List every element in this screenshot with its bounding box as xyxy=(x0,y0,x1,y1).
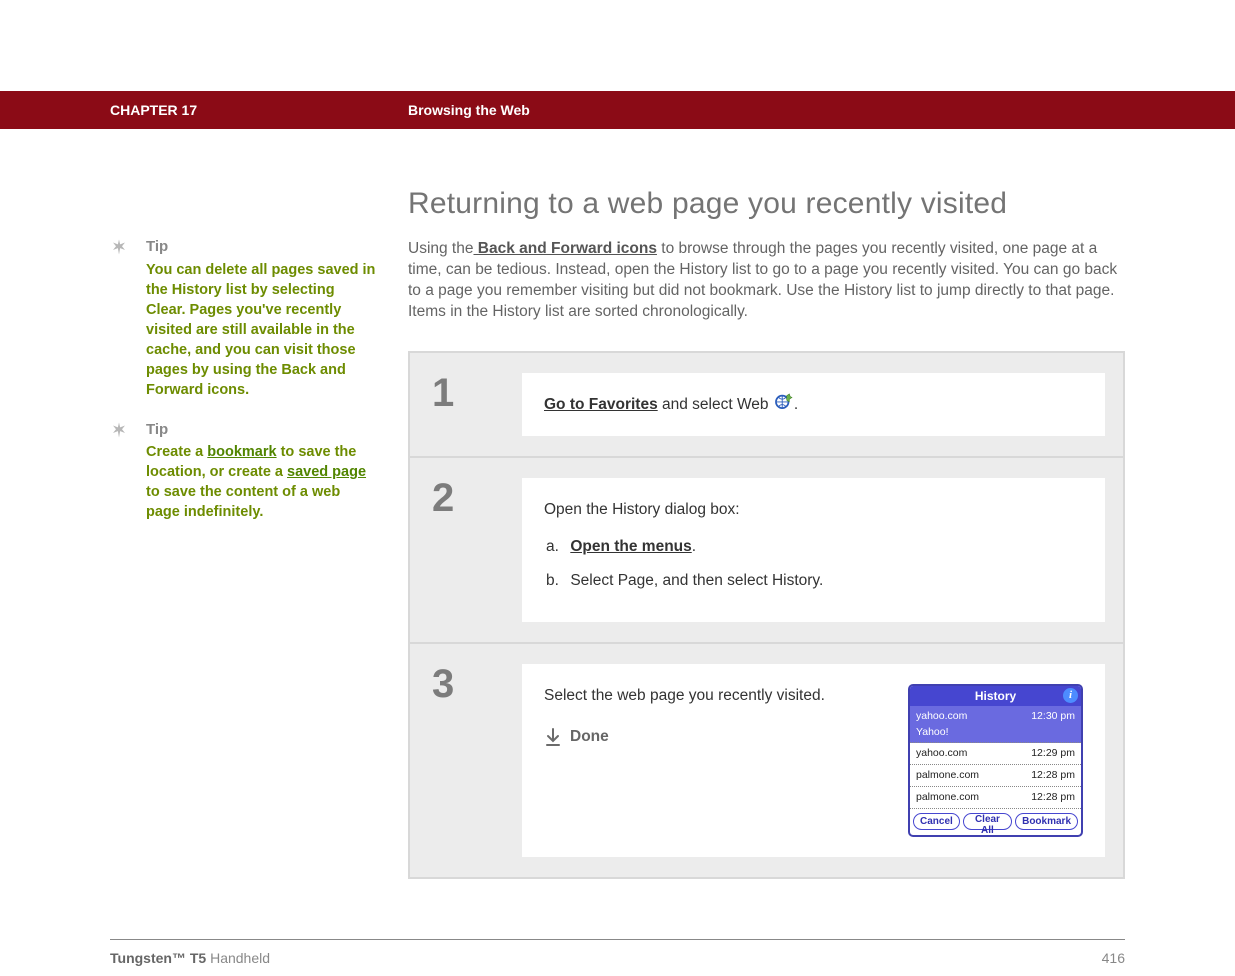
step-number: 1 xyxy=(432,373,522,437)
history-row[interactable]: palmone.com 12:28 pm xyxy=(910,765,1081,787)
info-icon[interactable]: i xyxy=(1063,688,1078,703)
step-1: 1 Go to Favorites and select Web . xyxy=(410,353,1123,459)
open-menus-link[interactable]: Open the menus xyxy=(570,538,691,555)
step3-instruction: Select the web page you recently visited… xyxy=(544,684,884,707)
intro-paragraph: Using the Back and Forward icons to brow… xyxy=(408,239,1125,323)
step-body: Go to Favorites and select Web . xyxy=(522,373,1105,437)
tip-label: Tip xyxy=(146,237,378,258)
tip-text: Create a bookmark to save the location, … xyxy=(146,442,378,522)
tip-text: You can delete all pages saved in the Hi… xyxy=(146,260,378,400)
step-3: 3 Select the web page you recently visit… xyxy=(410,644,1123,877)
chapter-label: CHAPTER 17 xyxy=(110,102,408,118)
tip-1: Tip You can delete all pages saved in th… xyxy=(110,237,378,400)
substep-a: a. Open the menus. xyxy=(546,535,1083,558)
substep-b: b. Select Page, and then select History. xyxy=(546,569,1083,592)
sidebar: Tip You can delete all pages saved in th… xyxy=(110,187,408,879)
footer: Tungsten™ T5 Handheld 416 xyxy=(110,939,1125,976)
chapter-banner: CHAPTER 17 Browsing the Web xyxy=(0,91,1235,129)
asterisk-icon xyxy=(110,237,146,400)
asterisk-icon xyxy=(110,420,146,523)
product-name: Tungsten™ T5 Handheld xyxy=(110,950,270,966)
history-cancel-button[interactable]: Cancel xyxy=(913,813,960,830)
back-forward-link[interactable]: Back and Forward icons xyxy=(473,240,656,257)
done-indicator: Done xyxy=(544,725,884,748)
history-dialog: History i yahoo.com Yahoo! 12:30 pm yaho… xyxy=(908,684,1083,837)
tip-2: Tip Create a bookmark to save the locati… xyxy=(110,420,378,523)
arrow-down-icon xyxy=(544,727,562,747)
history-bookmark-button[interactable]: Bookmark xyxy=(1015,813,1078,830)
step-body: Select the web page you recently visited… xyxy=(522,664,1105,857)
history-row[interactable]: palmone.com 12:28 pm xyxy=(910,787,1081,809)
steps-box: 1 Go to Favorites and select Web . 2 xyxy=(408,351,1125,879)
step-body: Open the History dialog box: a. Open the… xyxy=(522,478,1105,622)
step-number: 3 xyxy=(432,664,522,857)
step-2: 2 Open the History dialog box: a. Open t… xyxy=(410,458,1123,644)
page-title: Returning to a web page you recently vis… xyxy=(408,187,1125,221)
web-icon xyxy=(775,393,793,416)
go-to-favorites-link[interactable]: Go to Favorites xyxy=(544,396,658,413)
tip-label: Tip xyxy=(146,420,378,441)
step-number: 2 xyxy=(432,478,522,622)
page-number: 416 xyxy=(1102,950,1125,966)
history-row[interactable]: yahoo.com Yahoo! 12:30 pm xyxy=(910,706,1081,744)
chapter-section: Browsing the Web xyxy=(408,102,530,118)
bookmark-link[interactable]: bookmark xyxy=(207,444,276,460)
history-list: yahoo.com Yahoo! 12:30 pm yahoo.com 12:2… xyxy=(910,706,1081,809)
main-content: Returning to a web page you recently vis… xyxy=(408,187,1125,879)
saved-page-link[interactable]: saved page xyxy=(287,464,366,480)
history-title: History i xyxy=(910,686,1081,706)
history-row[interactable]: yahoo.com 12:29 pm xyxy=(910,743,1081,765)
history-clear-button[interactable]: Clear All xyxy=(963,813,1012,830)
